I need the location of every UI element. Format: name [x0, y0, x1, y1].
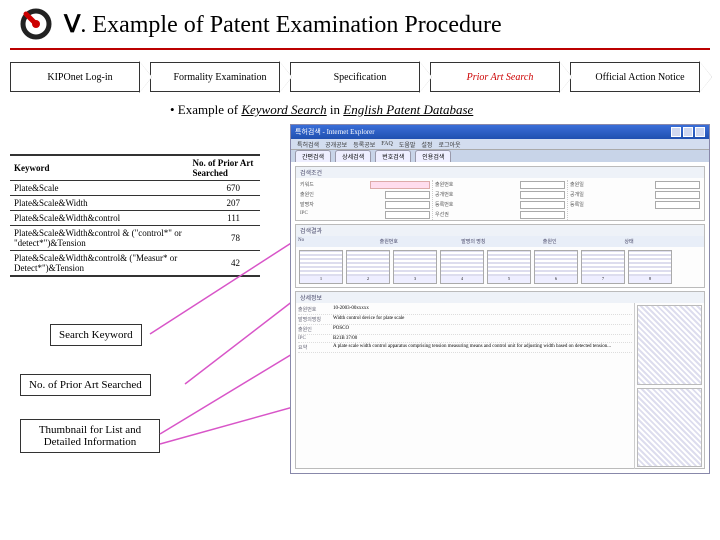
content-area: KeywordNo. of Prior Art Searched Plate&S…	[0, 124, 720, 484]
result-thumbnail[interactable]: 3	[393, 250, 437, 284]
result-thumbnail[interactable]: 4	[440, 250, 484, 284]
detail-image[interactable]	[637, 388, 702, 468]
table-row: Plate&Scale&Width&control & ("control*" …	[10, 226, 260, 251]
detail-fields: 출원번호10-2003-00xxxxx 발명의명칭Width control d…	[296, 303, 634, 469]
tab-item[interactable]: 번호검색	[375, 150, 411, 162]
window-titlebar: 특허검색 - Internet Explorer	[291, 125, 709, 139]
appno-input[interactable]	[520, 181, 565, 189]
result-thumbnail[interactable]: 7	[581, 250, 625, 284]
date-input[interactable]	[655, 201, 700, 209]
detail-panel: 상세정보 출원번호10-2003-00xxxxx 발명의명칭Width cont…	[295, 291, 705, 469]
callout-thumbnail: Thumbnail for List and Detailed Informat…	[20, 419, 160, 453]
callout-prior-art-count: No. of Prior Art Searched	[20, 374, 151, 396]
result-thumbnail[interactable]: 2	[346, 250, 390, 284]
keyword-input[interactable]	[370, 181, 430, 189]
process-arrows: KIPOnet Log-in Formality Examination Spe…	[0, 60, 720, 102]
col-keyword: Keyword	[10, 155, 189, 181]
detail-images	[634, 303, 704, 469]
slide-title: Ⅴ. Example of Patent Examination Procedu…	[64, 10, 502, 39]
search-filter-panel: 검색조건 키워드 출원인 발명자 IPC 출원번호 공개번호 등록번호 우선권	[295, 166, 705, 221]
ipc-input[interactable]	[385, 211, 430, 219]
date-input[interactable]	[655, 181, 700, 189]
title-divider	[10, 48, 710, 50]
tab-item[interactable]: 인용검색	[415, 150, 451, 162]
table-row: Plate&Scale&Width&control111	[10, 211, 260, 226]
nav-item[interactable]: 특허검색	[297, 140, 319, 149]
top-nav: 특허검색 공개공보 등록공보 FAQ 도움말 설정 로그아웃	[291, 139, 709, 150]
result-thumbnail[interactable]: 6	[534, 250, 578, 284]
app-screenshot: 특허검색 - Internet Explorer 특허검색 공개공보 등록공보 FAQ…	[290, 124, 710, 474]
table-row: Plate&Scale&Width207	[10, 196, 260, 211]
nav-item[interactable]: 등록공보	[353, 140, 375, 149]
result-thumbnail[interactable]: 1	[299, 250, 343, 284]
tab-item[interactable]: 간편검색	[295, 150, 331, 162]
nav-item[interactable]: FAQ	[381, 141, 393, 147]
panel-header: 검색조건	[296, 167, 704, 178]
minimize-icon[interactable]	[671, 127, 681, 137]
sub-tabs: 간편검색 상세검색 번호검색 인용검색	[291, 150, 709, 162]
arrow-prior-art-search: Prior Art Search	[430, 62, 570, 92]
arrow-kiponet-login: KIPOnet Log-in	[10, 62, 150, 92]
table-row: Plate&Scale&Width&control& ("Measur* or …	[10, 251, 260, 277]
nav-item[interactable]: 도움말	[399, 140, 416, 149]
priority-input[interactable]	[520, 211, 565, 219]
nav-item[interactable]: 로그아웃	[438, 140, 460, 149]
nav-item[interactable]: 설정	[421, 140, 432, 149]
detail-image[interactable]	[637, 305, 702, 385]
thumbnail-row: 1 2 3 4 5 6 7 8	[296, 247, 704, 287]
date-input[interactable]	[655, 191, 700, 199]
close-icon[interactable]	[695, 127, 705, 137]
keyword-table: KeywordNo. of Prior Art Searched Plate&S…	[10, 154, 260, 277]
logo-icon	[20, 8, 52, 40]
callout-search-keyword: Search Keyword	[50, 324, 142, 346]
arrow-official-action: Official Action Notice	[570, 62, 710, 92]
window-title: 특허검색 - Internet Explorer	[295, 127, 375, 137]
slide-header: Ⅴ. Example of Patent Examination Procedu…	[0, 0, 720, 48]
results-panel: 검색결과 No출원번호발명의 명칭출원인상태 1 2 3 4 5 6 7 8	[295, 224, 705, 288]
panel-header: 검색결과	[296, 225, 704, 236]
roman-numeral: Ⅴ	[64, 12, 80, 38]
maximize-icon[interactable]	[683, 127, 693, 137]
col-count: No. of Prior Art Searched	[189, 155, 261, 181]
arrow-specification: Specification	[290, 62, 430, 92]
tab-item[interactable]: 상세검색	[335, 150, 371, 162]
arrow-formality: Formality Examination	[150, 62, 290, 92]
regno-input[interactable]	[520, 201, 565, 209]
inventor-input[interactable]	[385, 201, 430, 209]
result-thumbnail[interactable]: 8	[628, 250, 672, 284]
table-row: Plate&Scale670	[10, 181, 260, 196]
nav-item[interactable]: 공개공보	[325, 140, 347, 149]
result-thumbnail[interactable]: 5	[487, 250, 531, 284]
title-text: . Example of Patent Examination Procedur…	[80, 12, 501, 38]
example-caption: • Example of Keyword Search in English P…	[170, 102, 720, 118]
panel-header: 상세정보	[296, 292, 704, 303]
pubno-input[interactable]	[520, 191, 565, 199]
results-header-row: No출원번호발명의 명칭출원인상태	[296, 236, 704, 247]
applicant-input[interactable]	[385, 191, 430, 199]
